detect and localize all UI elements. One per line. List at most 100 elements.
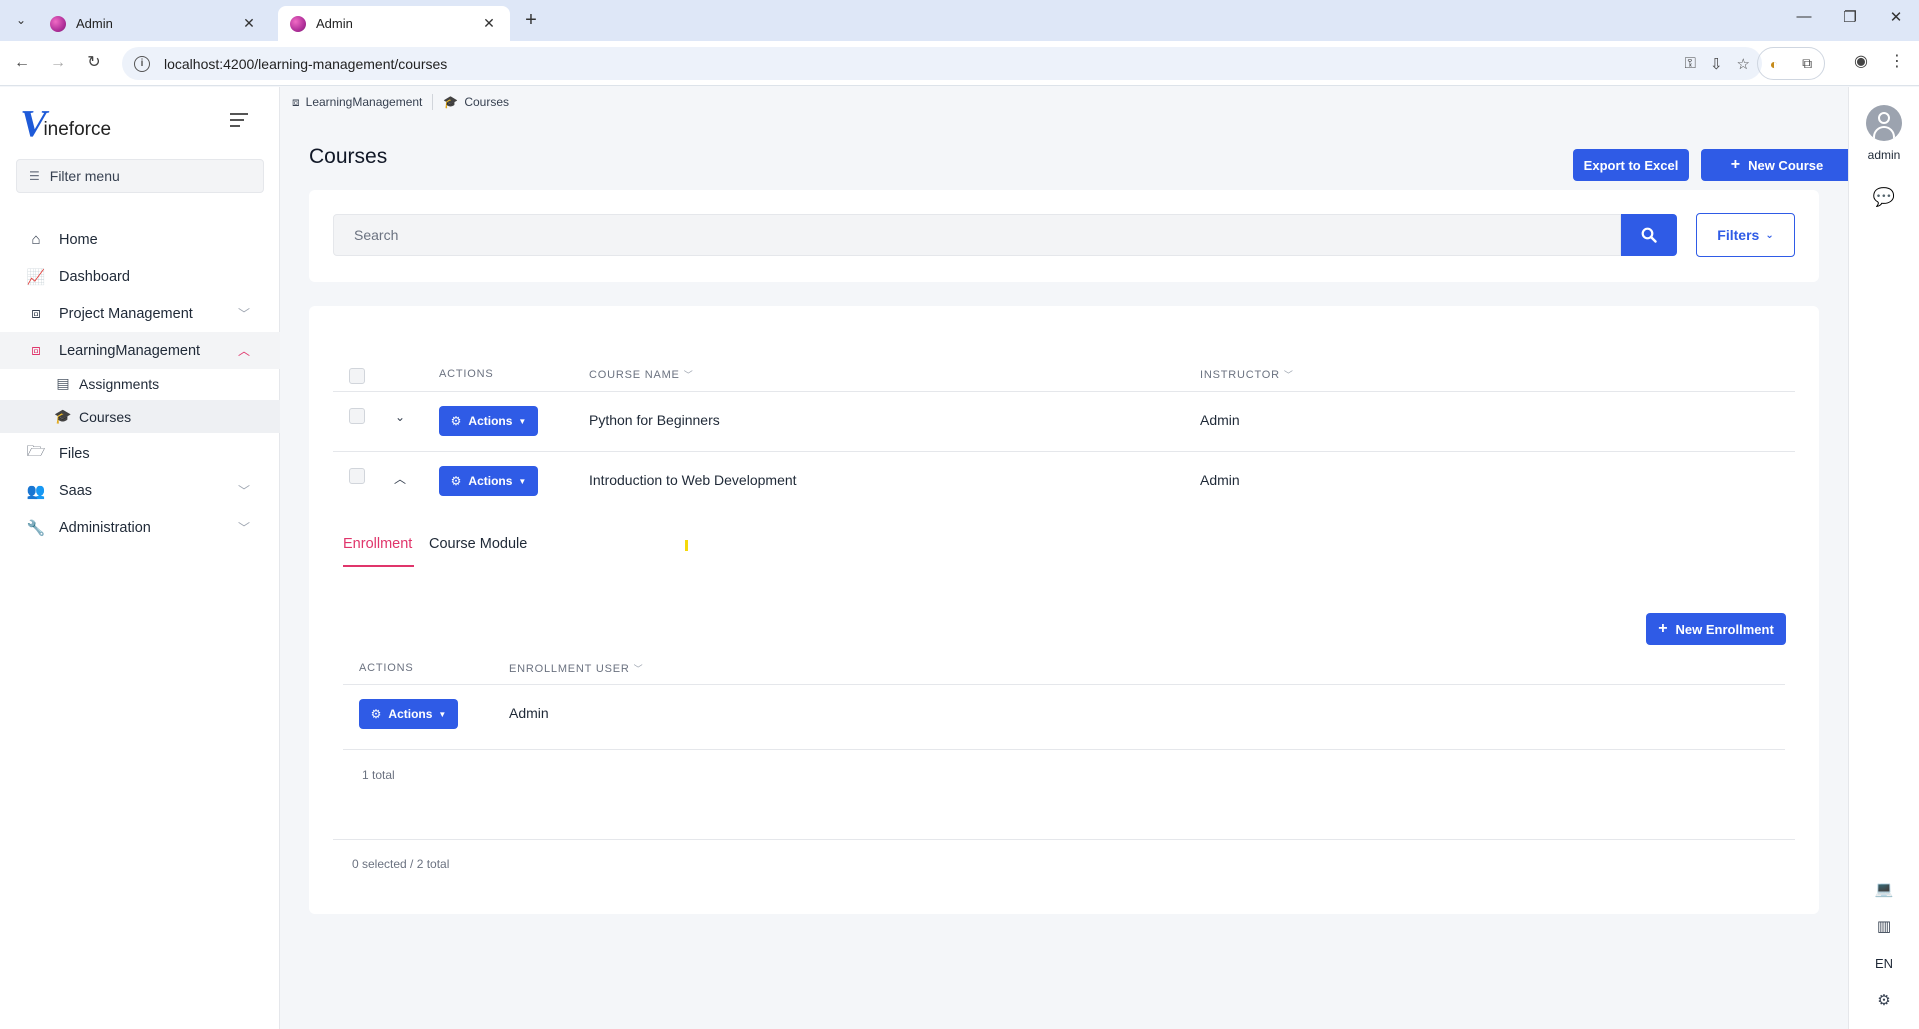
extension-icon[interactable]: ◐ <box>1770 56 1778 72</box>
settings-gear-icon[interactable]: ⚙ <box>1849 991 1919 1009</box>
browser-address-bar: ← → ↻ i localhost:4200/learning-manageme… <box>0 41 1919 86</box>
filters-button[interactable]: Filters ⌄ <box>1696 213 1795 257</box>
page-title: Courses <box>309 145 388 168</box>
graduation-cap-icon: 🎓 <box>443 95 459 109</box>
enrollment-actions-button[interactable]: ⚙ Actions ▼ <box>359 699 458 729</box>
breadcrumb-item[interactable]: Courses <box>464 95 509 109</box>
plus-icon: + <box>1730 156 1741 173</box>
search-card: Search Filters ⌄ <box>309 190 1819 282</box>
minimize-window-icon[interactable]: — <box>1792 8 1816 25</box>
sidebar-item-label: Dashboard <box>59 268 130 285</box>
url-text: localhost:4200/learning-management/cours… <box>164 55 448 72</box>
browser-tab-active[interactable]: Admin ✕ <box>278 6 510 41</box>
back-arrow-icon[interactable]: ← <box>10 51 34 75</box>
app-favicon-icon <box>290 15 306 32</box>
vineforce-logo[interactable]: V ineforce <box>16 103 112 145</box>
logo-text: ineforce <box>43 119 112 140</box>
language-selector[interactable]: EN <box>1849 956 1919 971</box>
courses-table-card: ACTIONS COURSE NAME ﹀ INSTRUCTOR ﹀ ⌄ ⚙ Act… <box>309 306 1819 914</box>
app-favicon-icon <box>50 15 66 32</box>
reload-icon[interactable]: ↻ <box>82 51 106 75</box>
site-info-icon[interactable]: i <box>134 55 150 72</box>
filter-menu-placeholder: Filter menu <box>49 168 120 184</box>
sort-chevron-icon: ﹀ <box>633 664 644 674</box>
users-icon: 👥 <box>26 482 46 500</box>
column-header-course-name[interactable]: COURSE NAME ﹀ <box>589 368 694 381</box>
user-name[interactable]: admin <box>1849 148 1919 162</box>
user-body-shape <box>1873 126 1895 141</box>
sidebar-item-dashboard[interactable]: 📈 Dashboard <box>0 258 280 295</box>
forward-arrow-icon[interactable]: → <box>46 51 70 75</box>
columns-icon[interactable]: ▥ <box>1849 917 1919 935</box>
search-button[interactable] <box>1621 214 1677 256</box>
plus-icon: + <box>1658 620 1668 637</box>
sidebar-item-saas[interactable]: 👥 Saas ﹀ <box>0 472 280 509</box>
new-enrollment-button[interactable]: + New Enrollment <box>1646 613 1786 645</box>
active-tab-indicator <box>343 565 414 567</box>
profile-icon[interactable]: ◉ <box>1849 51 1873 71</box>
browser-tab[interactable]: Admin ✕ <box>38 6 270 41</box>
chat-icon[interactable]: 💬 <box>1849 187 1919 208</box>
column-header-actions: ACTIONS <box>439 368 494 380</box>
chevron-down-icon: ﹀ <box>237 307 250 321</box>
sidebar-item-files[interactable]: 🗁 Files <box>0 435 280 472</box>
browser-menu-icon[interactable]: ⋮ <box>1885 51 1909 71</box>
sidebar-toggle-icon[interactable] <box>230 113 250 129</box>
right-rail: admin 💬 💻 ▥ EN ⚙ <box>1848 87 1919 1029</box>
sidebar-item-label: Assignments <box>79 375 160 392</box>
new-tab-icon[interactable]: + <box>520 9 542 31</box>
export-to-excel-button[interactable]: Export to Excel <box>1573 149 1689 181</box>
chevron-up-icon[interactable]: ︿ <box>392 470 408 487</box>
bookmark-star-icon[interactable]: ☆ <box>1737 55 1750 73</box>
password-key-icon[interactable]: ⚿ <box>1685 55 1696 72</box>
sidebar-item-assignments[interactable]: ▤ Assignments <box>0 367 280 400</box>
avatar[interactable] <box>1866 105 1902 141</box>
row-checkbox[interactable] <box>349 468 365 484</box>
sidebar-item-home[interactable]: ⌂ Home <box>0 221 280 258</box>
close-tab-icon[interactable]: ✕ <box>480 15 498 32</box>
enrollment-total: 1 total <box>362 768 395 782</box>
puzzle-extensions-icon[interactable]: ⧉ <box>1802 55 1812 72</box>
sidebar: V ineforce ☰ Filter menu ⌂ Home 📈 Dashbo… <box>0 87 280 1029</box>
restore-window-icon[interactable]: ❐ <box>1838 8 1862 26</box>
graduation-cap-icon: 🎓 <box>54 408 72 424</box>
tab-enrollment[interactable]: Enrollment <box>343 536 412 552</box>
url-field[interactable]: i localhost:4200/learning-management/cou… <box>122 47 1762 80</box>
sidebar-item-administration[interactable]: 🔧 Administration ﹀ <box>0 509 280 546</box>
row-divider <box>333 451 1795 452</box>
tab-course-module[interactable]: Course Module <box>429 536 527 552</box>
actions-label: Actions <box>468 414 513 428</box>
sidebar-item-label: Home <box>59 231 98 248</box>
laptop-icon[interactable]: 💻 <box>1849 880 1919 898</box>
search-input[interactable]: Search <box>333 214 1621 256</box>
folder-icon: 🗁 <box>26 443 46 460</box>
sidebar-item-label: Files <box>59 445 90 462</box>
row-checkbox[interactable] <box>349 408 365 424</box>
install-app-icon[interactable]: ⇩ <box>1710 55 1723 73</box>
row-divider <box>343 749 1785 750</box>
gear-icon: ⚙ <box>450 414 462 428</box>
tab-search-chevron-icon[interactable]: ⌄ <box>10 9 32 31</box>
chevron-down-icon[interactable]: ⌄ <box>392 410 408 424</box>
header-divider <box>343 684 1785 685</box>
row-actions-button[interactable]: ⚙ Actions ▼ <box>439 466 538 496</box>
sidebar-item-learningmanagement[interactable]: ⧈ LearningManagement ︿ <box>0 332 280 369</box>
new-enrollment-label: New Enrollment <box>1675 621 1774 637</box>
select-all-checkbox[interactable] <box>349 368 365 384</box>
row-actions-button[interactable]: ⚙ Actions ▼ <box>439 406 538 436</box>
chart-icon: 📈 <box>26 268 46 286</box>
sidebar-item-courses[interactable]: 🎓 Courses <box>0 400 280 433</box>
breadcrumb-item[interactable]: LearningManagement <box>306 95 423 109</box>
sidebar-item-project-management[interactable]: ⧈ Project Management ﹀ <box>0 295 280 332</box>
filter-menu-input[interactable]: ☰ Filter menu <box>16 159 264 193</box>
extensions-pill: ◐ ⧉ <box>1757 47 1825 80</box>
sidebar-item-label: Saas <box>59 482 93 499</box>
close-tab-icon[interactable]: ✕ <box>240 15 258 32</box>
column-header-instructor[interactable]: INSTRUCTOR ﹀ <box>1200 368 1294 381</box>
close-window-icon[interactable]: ✕ <box>1884 8 1908 26</box>
search-placeholder: Search <box>354 227 399 243</box>
browser-tab-bar: ⌄ Admin ✕ Admin ✕ + — ❐ ✕ <box>0 0 1919 41</box>
gear-icon: ⚙ <box>450 474 462 488</box>
column-header-enrollment-user[interactable]: ENROLLMENT USER ﹀ <box>509 662 643 675</box>
new-course-button[interactable]: + New Course <box>1701 149 1853 181</box>
